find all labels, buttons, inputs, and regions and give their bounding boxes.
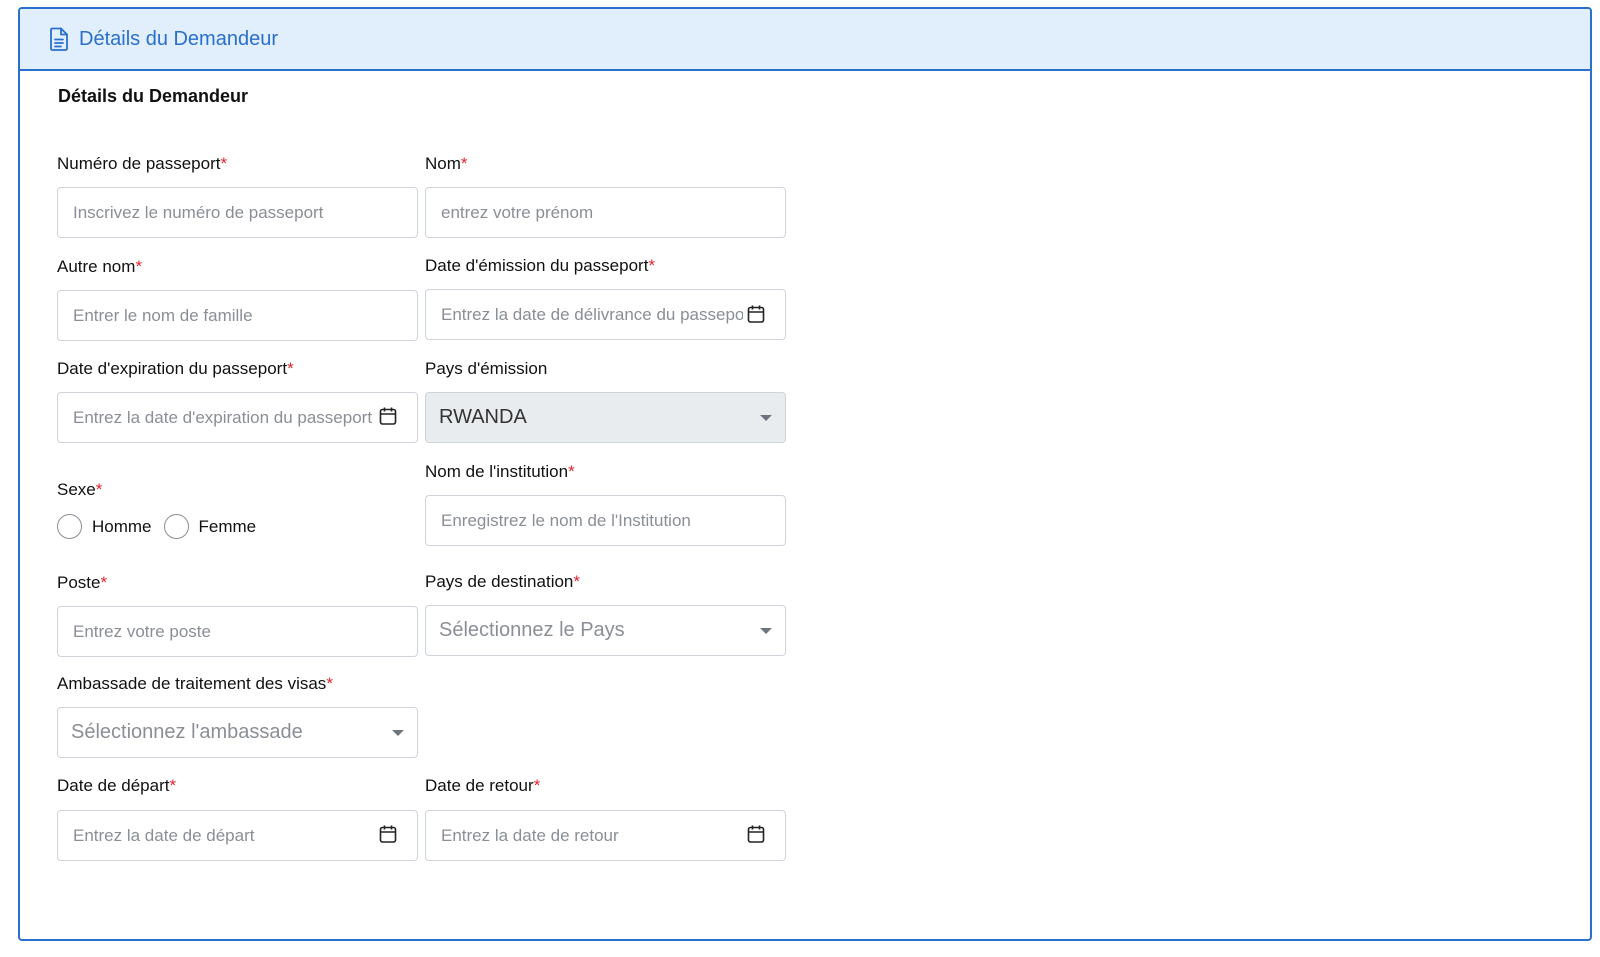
required-marker: *	[220, 154, 228, 173]
passport-number-label: Numéro de passeport*	[57, 154, 228, 173]
calendar-icon[interactable]	[379, 406, 397, 426]
departure-date-label: Date de départ*	[57, 776, 177, 795]
calendar-icon[interactable]	[747, 304, 765, 324]
radio-option-homme[interactable]: Homme	[57, 514, 152, 539]
issuing-country-label: Pays d'émission	[425, 359, 548, 378]
required-marker: *	[169, 776, 177, 795]
first-name-label: Nom*	[425, 154, 468, 173]
radio-option-femme[interactable]: Femme	[163, 514, 257, 539]
passport-issue-date-input[interactable]	[425, 289, 786, 340]
institution-name-label: Nom de l'institution*	[425, 462, 575, 481]
applicant-details-card: Détails du Demandeur	[18, 7, 1592, 941]
passport-expiry-date-input[interactable]	[57, 392, 418, 443]
radio-button-homme[interactable]	[57, 514, 82, 539]
other-name-label: Autre nom*	[57, 257, 143, 276]
calendar-icon[interactable]	[747, 824, 765, 844]
radio-label-femme: Femme	[198, 516, 257, 536]
document-icon	[48, 27, 70, 51]
passport-number-input[interactable]	[57, 187, 418, 238]
required-marker: *	[95, 480, 103, 499]
sex-label: Sexe*	[57, 480, 103, 499]
sex-radio-group: Homme Femme	[57, 514, 268, 539]
required-marker: *	[460, 154, 468, 173]
required-marker: *	[568, 462, 575, 481]
position-label: Poste*	[57, 573, 108, 592]
departure-date-input[interactable]	[57, 810, 418, 861]
required-marker: *	[135, 257, 143, 276]
embassy-select[interactable]: Sélectionnez l'ambassade	[57, 707, 418, 758]
destination-country-select[interactable]: Sélectionnez le Pays	[425, 605, 786, 656]
passport-expiry-date-label: Date d'expiration du passeport*	[57, 359, 294, 378]
chevron-down-icon	[392, 730, 404, 736]
required-marker: *	[100, 573, 108, 592]
required-marker: *	[287, 359, 294, 378]
section-title: Détails du Demandeur	[58, 86, 249, 106]
issuing-country-select[interactable]: RWANDA	[425, 392, 786, 443]
return-date-label: Date de retour*	[425, 776, 541, 795]
position-input[interactable]	[57, 606, 418, 657]
radio-button-femme[interactable]	[163, 514, 189, 539]
card-header: Détails du Demandeur	[20, 9, 1590, 71]
required-marker: *	[648, 256, 656, 275]
passport-issue-date-label: Date d'émission du passeport*	[425, 256, 656, 275]
required-marker: *	[326, 674, 333, 693]
embassy-placeholder: Sélectionnez l'ambassade	[71, 721, 303, 743]
chevron-down-icon	[760, 415, 772, 421]
radio-label-homme: Homme	[92, 516, 152, 536]
embassy-label: Ambassade de traitement des visas*	[57, 674, 333, 693]
return-date-input[interactable]	[425, 810, 786, 861]
institution-name-input[interactable]	[425, 495, 786, 546]
issuing-country-value: RWANDA	[439, 406, 527, 428]
calendar-icon[interactable]	[379, 824, 397, 844]
required-marker: *	[573, 572, 581, 591]
destination-country-placeholder: Sélectionnez le Pays	[439, 619, 625, 641]
card-header-title: Détails du Demandeur	[79, 27, 278, 50]
other-name-input[interactable]	[57, 290, 418, 341]
chevron-down-icon	[760, 628, 772, 634]
first-name-input[interactable]	[425, 187, 786, 238]
destination-country-label: Pays de destination*	[425, 572, 581, 591]
required-marker: *	[533, 776, 541, 795]
